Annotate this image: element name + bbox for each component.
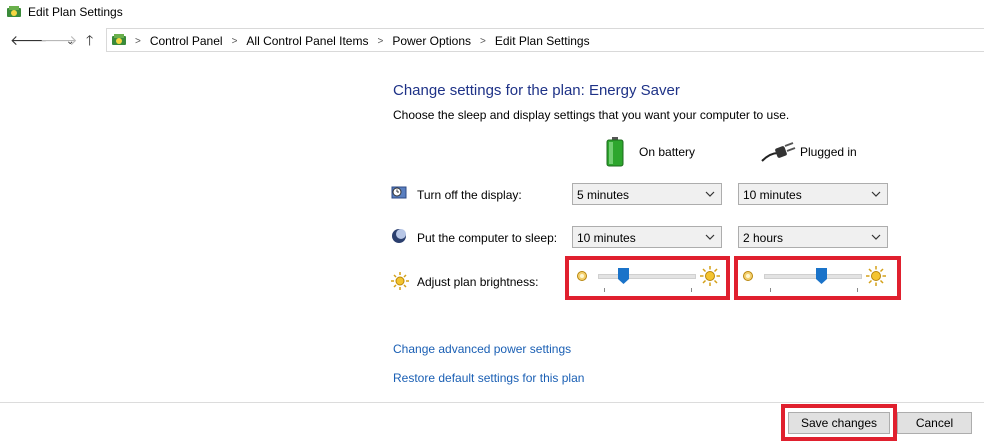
chevron-down-icon [871,191,881,197]
battery-icon [606,137,624,170]
chevron-down-icon [705,191,715,197]
control-panel-icon [111,32,127,51]
cancel-button[interactable]: Cancel [897,412,972,434]
recent-chevron-icon[interactable]: ⌄ [66,34,74,50]
breadcrumb-all-items[interactable]: All Control Panel Items [246,34,368,48]
chevron-right-icon[interactable]: > [480,36,486,47]
chevron-down-icon [871,234,881,240]
slider-thumb[interactable] [815,268,827,284]
display-timer-icon [391,185,407,204]
breadcrumb-control-panel[interactable]: Control Panel [150,34,223,48]
sleep-label: Put the computer to sleep: [417,231,558,245]
bright-sun-icon [700,266,720,289]
up-arrow-icon[interactable]: 🡑 [86,32,93,48]
sleep-moon-icon [391,228,407,247]
brightness-battery-slider[interactable] [572,263,722,293]
slider-thumb[interactable] [617,268,629,284]
chevron-down-icon [705,234,715,240]
power-plug-icon [760,141,796,166]
restore-defaults-link[interactable]: Restore default settings for this plan [393,371,584,385]
dim-sun-icon [742,270,754,285]
footer-divider [0,402,984,403]
sleep-battery-select[interactable]: 10 minutes [572,226,722,248]
page-description: Choose the sleep and display settings th… [393,108,790,122]
chevron-right-icon[interactable]: > [377,36,383,47]
sleep-plugged-select[interactable]: 2 hours [738,226,888,248]
breadcrumb: > Control Panel > All Control Panel Item… [135,34,590,48]
display-battery-select[interactable]: 5 minutes [572,183,722,205]
chevron-right-icon[interactable]: > [232,36,238,47]
slider-tick [691,288,692,292]
window-title: Edit Plan Settings [28,5,123,19]
title-bar: Edit Plan Settings [0,0,984,24]
bright-sun-icon [866,266,886,289]
chevron-right-icon[interactable]: > [135,36,141,47]
page-title: Change settings for the plan: Energy Sav… [393,82,680,99]
dim-sun-icon [576,270,588,285]
save-changes-button[interactable]: Save changes [788,412,890,434]
breadcrumb-edit-plan[interactable]: Edit Plan Settings [495,34,590,48]
address-bar[interactable]: > Control Panel > All Control Panel Item… [106,28,984,52]
breadcrumb-power-options[interactable]: Power Options [392,34,471,48]
column-header-battery: On battery [639,145,696,159]
display-label: Turn off the display: [417,188,522,202]
brightness-plugged-slider[interactable] [738,263,888,293]
brightness-sun-icon [391,272,409,293]
advanced-settings-link[interactable]: Change advanced power settings [393,342,571,356]
slider-tick [770,288,771,292]
slider-tick [857,288,858,292]
column-header-plugged: Plugged in [800,145,857,159]
slider-tick [604,288,605,292]
slider-track [598,274,696,279]
power-options-icon [6,5,22,22]
slider-track [764,274,862,279]
brightness-label: Adjust plan brightness: [417,275,539,289]
display-plugged-select[interactable]: 10 minutes [738,183,888,205]
